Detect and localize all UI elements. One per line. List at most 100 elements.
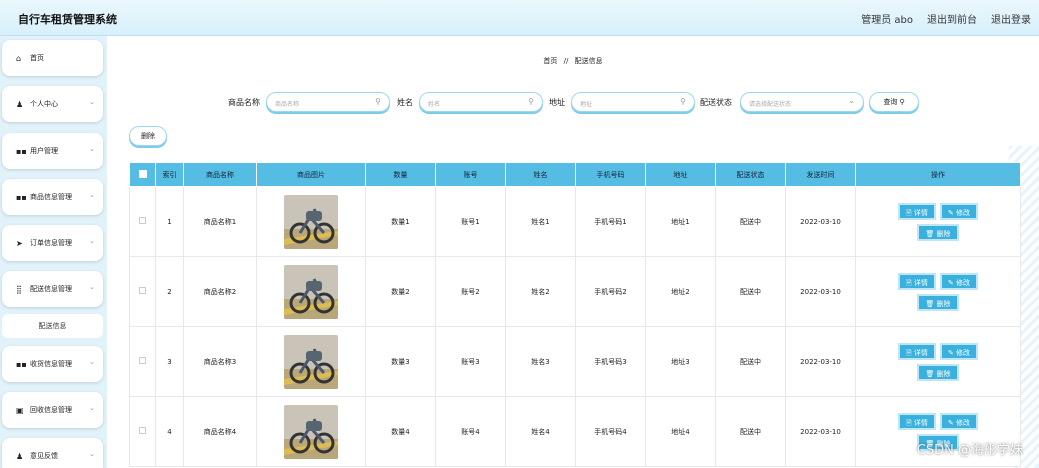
sidebar-item-feedback[interactable]: ♟ 意见反馈 ⌄ [2, 438, 103, 468]
sidebar-item-product-management[interactable]: ▪▪ 商品信息管理 ⌄ [2, 179, 103, 215]
product-name-placeholder: 商品名称 [275, 101, 300, 108]
cell-time: 2022-03-10 [785, 326, 856, 397]
search-icon: ⚲ [528, 97, 534, 106]
chevron-down-icon: ⌄ [89, 283, 95, 291]
edit-button[interactable]: ✎ 修改 [939, 412, 978, 430]
detail-button[interactable]: 🗎 详情 [898, 272, 936, 290]
table-row: 4 商品名称4 数量4 账号4 姓名4 手机号码4 地址4 配送中 2022-03-10 🗎 详情… [129, 396, 1021, 467]
sidebar-item-home[interactable]: ⌂ 首页 [2, 40, 103, 76]
cell-product: 商品名称1 [183, 186, 257, 257]
top-right-menu: 管理员 abo 退出到前台 退出登录 [861, 11, 1031, 26]
edit-button[interactable]: ✎ 修改 [939, 272, 978, 290]
name-input[interactable]: 姓名 ⚲ [419, 92, 543, 112]
sidebar-item-personal-center[interactable]: ♟ 个人中心 ⌄ [2, 86, 103, 122]
cell-status: 配送中 [715, 326, 786, 397]
chevron-down-icon: ⌄ [89, 358, 95, 366]
cell-index: 4 [155, 396, 184, 467]
top-bar: 自行车租赁管理系统 管理员 abo 退出到前台 退出登录 [0, 0, 1039, 36]
delete-button[interactable]: 🗑 删除 [917, 363, 959, 381]
delete-button[interactable]: 🗑 删除 [917, 223, 959, 241]
table-row: 1 商品名称1 数量1 账号1 姓名1 手机号码1 地址1 配送中 2022-03-10 🗎 详情… [129, 186, 1021, 257]
cell-product: 商品名称2 [183, 256, 257, 327]
chevron-down-icon: ⌄ [89, 450, 95, 458]
table-header-row: 索引 商品名称 商品图片 数量 账号 姓名 手机号码 地址 配送状态 发送时间 … [129, 162, 1021, 187]
search-icon: ⚲ [680, 97, 686, 106]
sidebar-item-user-management[interactable]: ▪▪ 用户管理 ⌄ [2, 133, 103, 169]
chevron-down-icon: ⌄ [89, 145, 95, 153]
cell-address: 地址2 [645, 256, 716, 327]
row-checkbox[interactable] [129, 396, 156, 467]
logout-link[interactable]: 退出登录 [991, 11, 1031, 26]
row-actions: 🗎 详情 ✎ 修改 🗑 删除 [855, 326, 1021, 397]
user-icon: ♟ [16, 451, 24, 461]
address-input[interactable]: 地址 ⚲ [571, 92, 695, 112]
sidebar-subitem-delivery-info[interactable]: 配送信息 [2, 314, 103, 338]
query-button[interactable]: 查询 ⚲ [869, 92, 919, 112]
delivery-status-select[interactable]: 请选择配送状态 ⌄ [740, 92, 864, 112]
detail-button[interactable]: 🗎 详情 [898, 202, 936, 220]
sidebar-item-label: 配送信息管理 [30, 285, 72, 293]
column-header: 配送状态 [715, 162, 786, 187]
product-name-label: 商品名称 [228, 98, 260, 107]
search-bar: 商品名称 商品名称 ⚲ 姓名 姓名 ⚲ 地址 地址 ⚲ 配送状态 请选择配送状态… [107, 92, 1039, 112]
detail-button[interactable]: 🗎 详情 [898, 342, 936, 360]
apps-icon: ⣿ [16, 284, 22, 294]
chevron-down-icon: ⌄ [89, 98, 95, 106]
sidebar-item-label: 个人中心 [30, 100, 58, 108]
box-icon: ▣ [16, 405, 24, 415]
detail-button-label: 详情 [913, 278, 928, 287]
watermark: CSDN @海彤学妹 [916, 443, 1023, 458]
cell-name: 姓名4 [505, 396, 576, 467]
current-user: 管理员 abo [861, 15, 913, 26]
cell-name: 姓名3 [505, 326, 576, 397]
cell-status: 配送中 [715, 186, 786, 257]
sidebar-item-order-management[interactable]: ➤ 订单信息管理 ⌄ [2, 225, 103, 261]
cell-product: 商品名称3 [183, 326, 257, 397]
edit-button-label: 修改 [955, 348, 970, 357]
product-name-input[interactable]: 商品名称 ⚲ [266, 92, 390, 112]
sidebar-item-recycle-management[interactable]: ▣ 回收信息管理 ⌄ [2, 392, 103, 428]
breadcrumb-home[interactable]: 首页 [543, 57, 557, 65]
grid-icon: ▪▪ [16, 192, 27, 202]
delivery-status-placeholder: 请选择配送状态 [749, 101, 792, 108]
name-placeholder: 姓名 [428, 101, 441, 108]
cell-index: 3 [155, 326, 184, 397]
edit-button[interactable]: ✎ 修改 [939, 342, 978, 360]
column-header: 数量 [365, 162, 436, 187]
cell-qty: 数量3 [365, 326, 436, 397]
detail-button[interactable]: 🗎 详情 [898, 412, 936, 430]
exit-to-front-link[interactable]: 退出到前台 [927, 11, 977, 26]
cell-account: 账号3 [435, 326, 506, 397]
column-header: 地址 [645, 162, 716, 187]
sidebar-item-delivery-management[interactable]: ⣿ 配送信息管理 ⌄ [2, 271, 103, 307]
cell-account: 账号4 [435, 396, 506, 467]
sidebar-item-label: 首页 [30, 54, 44, 62]
delete-button[interactable]: 🗑 删除 [917, 293, 959, 311]
cell-index: 1 [155, 186, 184, 257]
batch-delete-button[interactable]: 删除 [129, 126, 167, 146]
sidebar-item-label: 回收信息管理 [30, 406, 72, 414]
breadcrumb-separator: // [563, 57, 569, 65]
delivery-status-label: 配送状态 [700, 98, 732, 107]
column-header: 索引 [155, 162, 184, 187]
column-header: 发送时间 [785, 162, 856, 187]
name-label: 姓名 [397, 98, 413, 107]
bicycle-photo [284, 264, 338, 319]
sidebar-item-label: 用户管理 [30, 147, 58, 155]
column-header: 商品名称 [183, 162, 257, 187]
edit-button-label: 修改 [955, 278, 970, 287]
select-all-checkbox[interactable] [129, 162, 156, 187]
cell-time: 2022-03-10 [785, 186, 856, 257]
delete-button-label: 删除 [936, 299, 951, 308]
chevron-down-icon: ⌄ [89, 191, 95, 199]
sidebar-item-receipt-management[interactable]: ▪▪ 收货信息管理 ⌄ [2, 346, 103, 382]
cell-phone: 手机号码2 [575, 256, 646, 327]
row-checkbox[interactable] [129, 186, 156, 257]
sidebar-item-label: 订单信息管理 [30, 239, 72, 247]
row-actions: 🗎 详情 ✎ 修改 🗑 删除 [855, 256, 1021, 327]
product-image-cell [256, 186, 366, 257]
row-checkbox[interactable] [129, 326, 156, 397]
edit-button[interactable]: ✎ 修改 [939, 202, 978, 220]
product-image-cell [256, 256, 366, 327]
row-checkbox[interactable] [129, 256, 156, 327]
